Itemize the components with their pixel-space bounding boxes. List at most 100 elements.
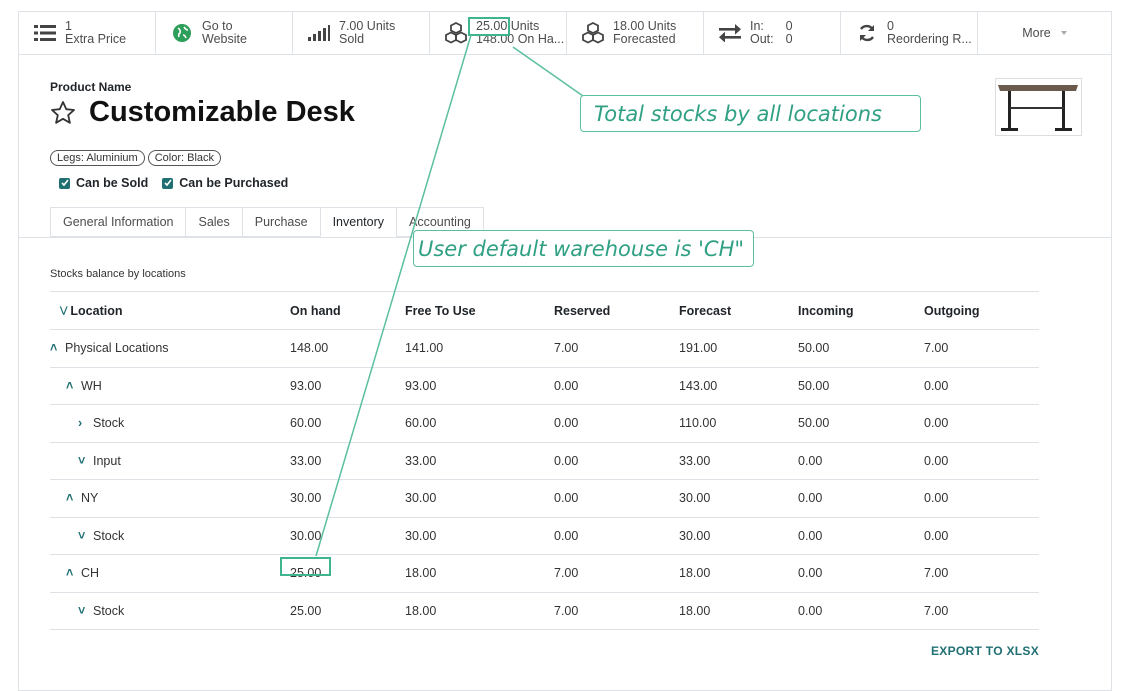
signal-icon	[307, 21, 331, 45]
reserved-cell: 0.00	[554, 378, 579, 393]
tab-purchase[interactable]: Purchase	[241, 207, 320, 237]
chevron-up-icon[interactable]: ˄	[66, 379, 76, 393]
cubes-icon	[444, 21, 468, 45]
table-row[interactable]: ˄ CH 25.00 18.00 7.00 18.00 0.00 7.00	[50, 555, 1039, 593]
extra-price-button[interactable]: 1 Extra Price	[19, 12, 156, 54]
outgoing-cell: 0.00	[924, 528, 949, 543]
free-to-use-cell: 30.00	[405, 528, 437, 543]
incoming-header: Incoming	[798, 303, 854, 318]
free-to-use-cell: 18.00	[405, 603, 437, 618]
location-cell[interactable]: ˄ NY	[50, 480, 98, 517]
in-out-button[interactable]: In: 0 Out: 0	[704, 12, 841, 54]
chevron-up-icon[interactable]: ˄	[50, 341, 60, 355]
extra-price-label: Extra Price	[65, 32, 127, 46]
table-row[interactable]: ˄ Physical Locations 148.00 141.00 7.00 191.0…	[50, 330, 1039, 368]
forecast-cell: 143.00	[679, 378, 718, 393]
outgoing-header: Outgoing	[924, 303, 980, 318]
location-cell[interactable]: ˅ Stock	[50, 518, 124, 555]
on-hand-cell: 60.00	[290, 416, 322, 431]
reordering-label: Reordering R...	[887, 32, 972, 46]
total-stocks-callout: Total stocks by all locations	[580, 95, 921, 132]
product-options: Can be Sold Can be Purchased	[59, 176, 288, 190]
list-icon	[33, 21, 57, 45]
location-cell[interactable]: ˄ Physical Locations	[50, 330, 169, 367]
incoming-cell: 50.00	[798, 378, 830, 393]
location-name: Stock	[93, 603, 125, 618]
forecast-cell: 110.00	[679, 416, 717, 431]
forecasted-label: Forecasted	[613, 32, 676, 46]
variant-tag: Color: Black	[147, 150, 222, 166]
chevron-up-icon[interactable]: ˄	[66, 491, 76, 505]
table-row[interactable]: ˅ Stock 30.00 30.00 0.00 30.00 0.00 0.00	[50, 518, 1039, 555]
outgoing-cell: 0.00	[924, 453, 949, 468]
location-name: Input	[93, 453, 121, 468]
forecast-cell: 18.00	[679, 566, 711, 581]
chevron-right-icon[interactable]: ›	[78, 416, 88, 430]
table-row[interactable]: ˅ Input 33.00 33.00 0.00 33.00 0.00 0.00	[50, 443, 1039, 480]
on-hand-cell: 148.00	[290, 341, 329, 356]
checkbox-checked-icon[interactable]	[59, 177, 70, 189]
incoming-cell: 0.00	[798, 603, 823, 618]
product-image[interactable]	[995, 78, 1082, 136]
outgoing-cell: 0.00	[924, 378, 949, 393]
reserved-cell: 7.00	[554, 566, 579, 581]
incoming-cell: 50.00	[798, 416, 830, 431]
product-form-sheet: 1 Extra Price Go to Website 7.00 Units Sold…	[18, 11, 1112, 691]
table-row[interactable]: ˄ NY 30.00 30.00 0.00 30.00 0.00 0.00	[50, 480, 1039, 518]
product-title[interactable]: Customizable Desk	[89, 96, 355, 129]
outgoing-cell: 7.00	[924, 566, 949, 581]
incoming-cell: 0.00	[798, 453, 823, 468]
chevron-down-icon[interactable]: ˅	[78, 529, 88, 543]
chevron-down-icon[interactable]: ˅	[78, 454, 88, 468]
can-be-purchased-option[interactable]: Can be Purchased	[162, 176, 288, 190]
outgoing-cell: 0.00	[924, 491, 949, 506]
free-to-use-cell: 141.00	[405, 341, 444, 356]
location-name: Physical Locations	[65, 341, 169, 356]
location-cell[interactable]: ˅ Input	[50, 443, 121, 480]
free-to-use-cell: 30.00	[405, 491, 437, 506]
can-be-sold-label: Can be Sold	[76, 176, 149, 190]
star-icon[interactable]	[50, 100, 76, 126]
location-name: NY	[81, 491, 99, 506]
go-to-website-button[interactable]: Go to Website	[156, 12, 293, 54]
location-cell[interactable]: ˄ WH	[50, 368, 102, 405]
reserved-header: Reserved	[554, 303, 611, 318]
caret-down-icon	[1060, 31, 1067, 35]
table-row[interactable]: › Stock 60.00 60.00 0.00 110.00 50.00 0.00	[50, 405, 1039, 443]
tab-inventory[interactable]: Inventory	[319, 207, 396, 237]
location-cell[interactable]: › Stock	[50, 405, 124, 442]
can-be-purchased-label: Can be Purchased	[179, 176, 289, 190]
chevron-up-icon[interactable]: ˄	[66, 566, 76, 580]
reordering-rules-button[interactable]: 0 Reordering R...	[841, 12, 978, 54]
outgoing-cell: 7.00	[924, 341, 949, 356]
free-to-use-header: Free To Use	[405, 303, 476, 318]
can-be-sold-option[interactable]: Can be Sold	[59, 176, 148, 190]
location-cell[interactable]: ˅ Stock	[50, 593, 124, 630]
units-sold-button[interactable]: 7.00 Units Sold	[293, 12, 430, 54]
free-to-use-cell: 33.00	[405, 453, 437, 468]
reserved-cell: 7.00	[554, 341, 579, 356]
tab-general-information[interactable]: General Information	[50, 207, 186, 237]
collapse-all-icon[interactable]: ⋁	[60, 305, 67, 316]
stock-table-caption: Stocks balance by locations	[50, 268, 186, 280]
checkbox-checked-icon[interactable]	[162, 177, 174, 189]
forecast-header: Forecast	[679, 303, 732, 318]
location-header[interactable]: ⋁ Location	[50, 292, 122, 329]
forecast-cell: 33.00	[679, 453, 711, 468]
more-label: More	[1022, 25, 1051, 40]
reserved-cell: 0.00	[554, 528, 579, 543]
forecast-cell: 18.00	[679, 603, 711, 618]
free-to-use-cell: 93.00	[405, 378, 437, 393]
location-header-label: Location	[70, 303, 123, 318]
location-cell[interactable]: ˄ CH	[50, 555, 99, 592]
tab-sales[interactable]: Sales	[185, 207, 242, 237]
chevron-down-icon[interactable]: ˅	[78, 604, 88, 618]
default-warehouse-callout: User default warehouse is 'CH"	[413, 230, 754, 267]
table-row[interactable]: ˄ WH 93.00 93.00 0.00 143.00 50.00 0.00	[50, 368, 1039, 405]
forecast-cell: 30.00	[679, 491, 711, 506]
forecasted-button[interactable]: 18.00 Units Forecasted	[567, 12, 704, 54]
table-row[interactable]: ˅ Stock 25.00 18.00 7.00 18.00 0.00 7.00	[50, 593, 1039, 630]
export-xlsx-button[interactable]: EXPORT TO XLSX	[931, 644, 1039, 658]
incoming-cell: 0.00	[798, 566, 823, 581]
more-button[interactable]: More	[978, 12, 1111, 54]
